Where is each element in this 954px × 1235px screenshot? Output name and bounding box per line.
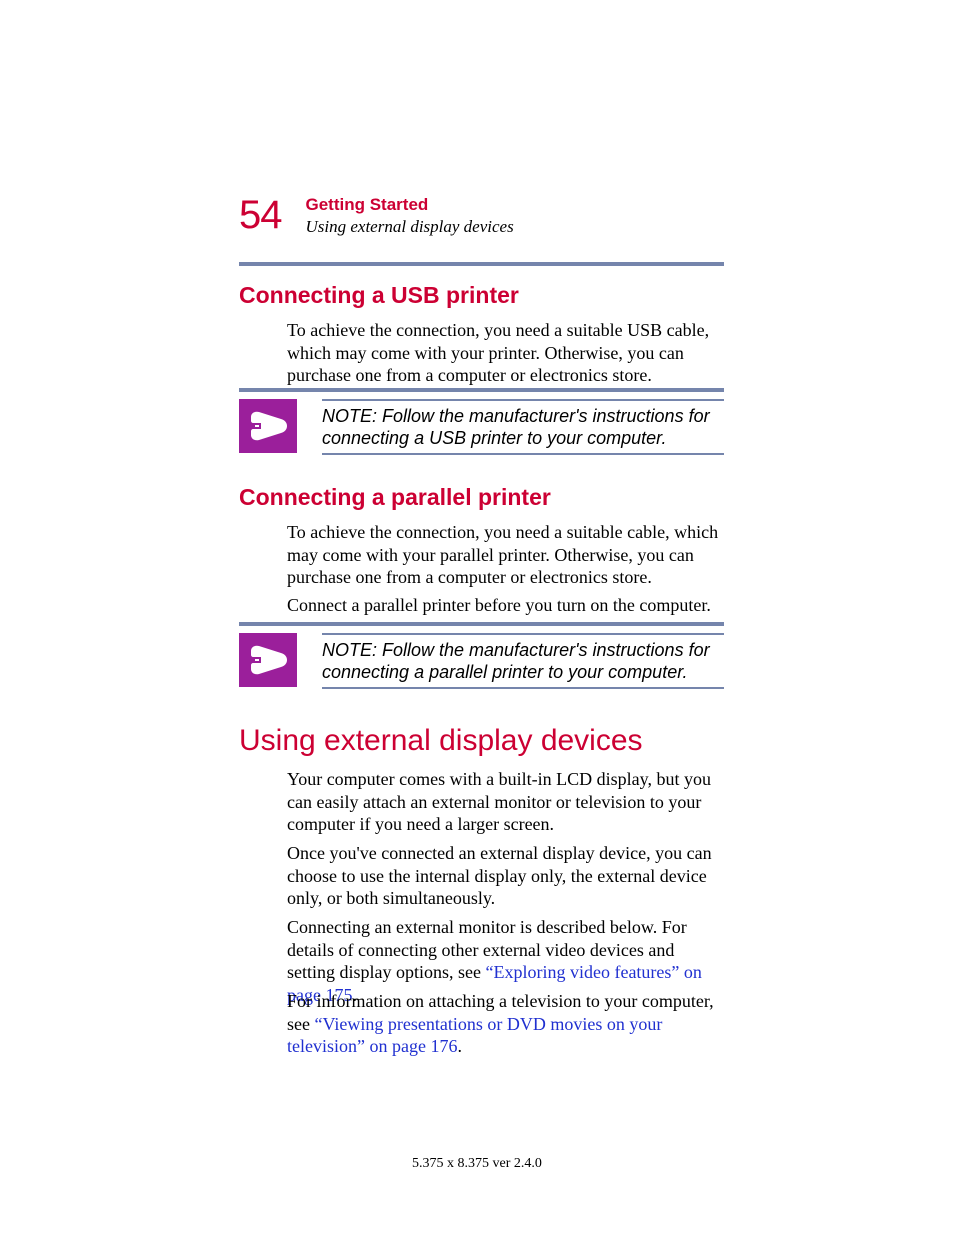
heading-parallel-printer: Connecting a parallel printer: [239, 484, 551, 511]
body-parallel-1: To achieve the connection, you need a su…: [287, 521, 724, 589]
body-display-1: Your computer comes with a built-in LCD …: [287, 768, 724, 836]
note-icon: [239, 633, 297, 687]
divider-thin: [322, 633, 724, 635]
hand-point-icon: [245, 405, 291, 447]
section-breadcrumb: Using external display devices: [306, 217, 514, 237]
divider: [239, 388, 724, 392]
divider-thin: [322, 399, 724, 401]
divider: [239, 622, 724, 626]
body-usb: To achieve the connection, you need a su…: [287, 319, 724, 387]
document-page: 54 Getting Started Using external displa…: [0, 0, 954, 1235]
note-usb: NOTE: Follow the manufacturer's instruct…: [322, 406, 724, 449]
page-number: 54: [239, 195, 282, 235]
body-display-4: For information on attaching a televisio…: [287, 990, 724, 1058]
chapter-title: Getting Started: [306, 195, 514, 215]
note-parallel: NOTE: Follow the manufacturer's instruct…: [322, 640, 724, 683]
divider-thin: [322, 687, 724, 689]
note-icon: [239, 399, 297, 453]
footer-text: 5.375 x 8.375 ver 2.4.0: [0, 1156, 954, 1172]
body-parallel-2: Connect a parallel printer before you tu…: [287, 594, 724, 617]
heading-external-display: Using external display devices: [239, 724, 643, 758]
header-text-block: Getting Started Using external display d…: [306, 195, 514, 237]
body-display-2: Once you've connected an external displa…: [287, 842, 724, 910]
hand-point-icon: [245, 639, 291, 681]
text: .: [457, 1036, 462, 1056]
link-viewing-presentations[interactable]: “Viewing presentations or DVD movies on …: [287, 1014, 662, 1057]
heading-usb-printer: Connecting a USB printer: [239, 282, 519, 309]
divider: [239, 262, 724, 266]
page-header: 54 Getting Started Using external displa…: [239, 195, 724, 237]
divider-thin: [322, 453, 724, 455]
